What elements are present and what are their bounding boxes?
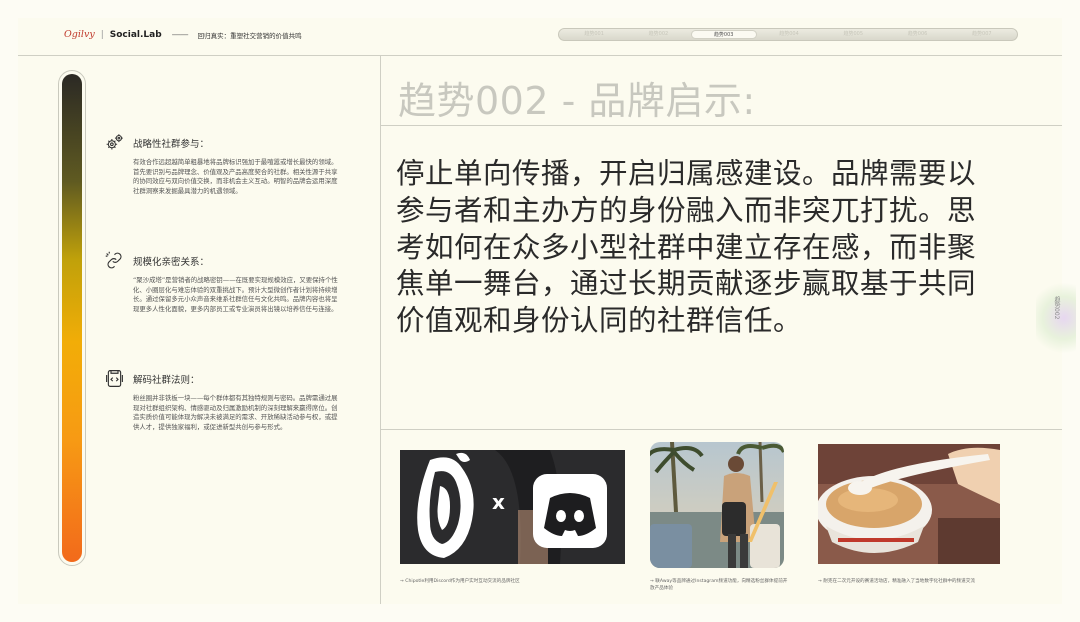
section-intimacy-at-scale: 规模化亲密关系： “聚沙成塔”是营销者的战略密钥——在既要实现规模效应，又要保持… xyxy=(104,250,344,314)
nav-tab-2[interactable]: 趋势002 xyxy=(626,30,690,39)
link-icon xyxy=(105,251,122,269)
section-title: 解码社群法则： xyxy=(133,374,200,386)
photo-chipotle-discord: x xyxy=(400,450,625,564)
center-divider xyxy=(380,55,381,604)
nav-tab-6[interactable]: 趋势006 xyxy=(885,30,949,39)
trend-nav: 趋势001 趋势002 趋势003 趋势004 趋势005 趋势006 趋势00… xyxy=(558,28,1018,41)
title-divider xyxy=(380,125,1062,126)
ogilvy-logo: Ogilvy xyxy=(64,29,95,40)
header: Ogilvy | Social.Lab —— 回归真实：重塑社交营销的价值共鸣 … xyxy=(18,18,1062,56)
brand-bar: Ogilvy | Social.Lab —— 回归真实：重塑社交营销的价值共鸣 xyxy=(64,29,302,40)
brand-statement: 停止单向传播，开启归属感建设。品牌需要以参与者和主办方的身份融入而非突兀打扰。思… xyxy=(396,157,977,338)
photo-travel-street xyxy=(650,442,784,568)
nav-tab-4[interactable]: 趋势004 xyxy=(757,30,821,39)
section-title: 战略性社群参与： xyxy=(133,138,210,150)
section-strategic-community: 战略性社群参与： 有效合作远超越简单粗暴地将品牌标识强加于最喧嚣或增长最快的领域… xyxy=(104,132,344,196)
brand-dash: —— xyxy=(171,29,189,40)
photo-caption: → 联Away等品牌通过Instagram频道功能，向精选粉丝群体提前开放产品体… xyxy=(650,579,788,591)
section-body: 粉丝圈并非铁板一块——每个群体都有其独特规则与密码。品牌需通过展现对社群组织架构… xyxy=(133,394,338,431)
section-body: 有效合作远超越简单粗暴地将品牌标识强加于最喧嚣或增长最快的领域。首先要识别与品牌… xyxy=(133,158,338,195)
section-body: “聚沙成塔”是营销者的战略密钥——在既要实现规模效应，又要保持个性化、小圈层化与… xyxy=(133,276,338,313)
cross-mark: x xyxy=(492,490,505,514)
food-bowl-image xyxy=(818,444,1000,564)
social-lab-logo: Social.Lab xyxy=(109,29,162,40)
slide-page: Ogilvy | Social.Lab —— 回归真实：重塑社交营销的价值共鸣 … xyxy=(18,18,1076,604)
photo-food-bowl xyxy=(818,444,1000,564)
chipotle-discord-image xyxy=(400,450,625,564)
travel-street-image xyxy=(650,442,784,568)
header-divider xyxy=(18,55,1062,56)
gradient-bar xyxy=(58,70,86,566)
nav-tab-1[interactable]: 趋势001 xyxy=(562,30,626,39)
brand-separator: | xyxy=(100,29,104,40)
section-decode-community: 解码社群法则： 粉丝圈并非铁板一块——每个群体都有其独特规则与密码。品牌需通过展… xyxy=(104,368,344,432)
gradient-fill xyxy=(62,74,82,562)
gears-icon xyxy=(106,134,123,150)
photo-caption: → Chipotle利用Discord作为用户实时互动交流的品牌社区 xyxy=(400,579,520,584)
nav-tab-3[interactable]: 趋势003 xyxy=(690,30,757,39)
trend-title: 趋势002 - 品牌启示: xyxy=(398,79,756,123)
statement-divider xyxy=(380,429,1062,430)
photo-caption: → 耐克在二次元开设的赛道活动店，精准融入了当地数字化社群中的频道交流 xyxy=(818,579,975,584)
nav-tab-7[interactable]: 趋势007 xyxy=(950,30,1014,39)
nav-tab-5[interactable]: 趋势005 xyxy=(821,30,885,39)
code-icon xyxy=(106,370,123,387)
header-subtitle: 回归真实：重塑社交营销的价值共鸣 xyxy=(197,31,302,40)
side-tab-label: 趋势002 xyxy=(1053,296,1060,320)
section-title: 规模化亲密关系： xyxy=(133,256,210,268)
